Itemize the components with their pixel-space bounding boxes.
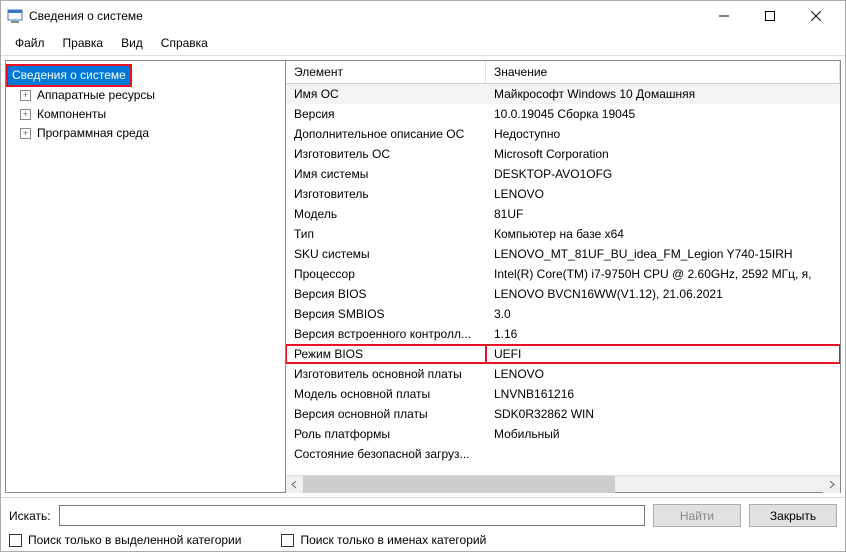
- cell-value: Недоступно: [486, 125, 840, 143]
- cell-element: Изготовитель: [286, 185, 486, 203]
- tree-item[interactable]: + Программная среда: [8, 124, 283, 143]
- cell-element: Версия SMBIOS: [286, 305, 486, 323]
- search-label: Искать:: [9, 509, 51, 523]
- cell-element: Процессор: [286, 265, 486, 283]
- checkbox-icon: [9, 534, 22, 547]
- list-row[interactable]: ИзготовительLENOVO: [286, 184, 840, 204]
- horizontal-scrollbar[interactable]: [286, 475, 840, 492]
- list-row[interactable]: Версия SMBIOS3.0: [286, 304, 840, 324]
- tree-item-label: Компоненты: [35, 106, 108, 123]
- cell-element: Версия основной платы: [286, 405, 486, 423]
- cell-element: Имя ОС: [286, 85, 486, 103]
- tree-item-label: Программная среда: [35, 125, 151, 142]
- cell-value: LENOVO_MT_81UF_BU_idea_FM_Legion Y740-15…: [486, 245, 840, 263]
- list-row[interactable]: Роль платформыМобильный: [286, 424, 840, 444]
- cell-value: LENOVO: [486, 185, 840, 203]
- list-row[interactable]: Изготовитель основной платыLENOVO: [286, 364, 840, 384]
- menu-help[interactable]: Справка: [153, 33, 216, 53]
- tree-item-label: Аппаратные ресурсы: [35, 87, 157, 104]
- checkbox-icon: [281, 534, 294, 547]
- cell-value: 10.0.19045 Сборка 19045: [486, 105, 840, 123]
- cell-element: Модель: [286, 205, 486, 223]
- tree-panel: Сведения о системе + Аппаратные ресурсы + К…: [6, 61, 286, 492]
- cell-value: UEFI: [486, 345, 840, 363]
- cell-element: Версия встроенного контролл...: [286, 325, 486, 343]
- list-row[interactable]: Имя ОСМайкрософт Windows 10 Домашняя: [286, 84, 840, 104]
- checkbox-label: Поиск только в именах категорий: [300, 533, 486, 547]
- minimize-button[interactable]: [701, 1, 747, 31]
- list-row[interactable]: ТипКомпьютер на базе x64: [286, 224, 840, 244]
- column-value[interactable]: Значение: [486, 61, 840, 83]
- cell-value: [486, 445, 840, 463]
- close-button[interactable]: [793, 1, 839, 31]
- expand-icon[interactable]: +: [20, 128, 31, 139]
- column-element[interactable]: Элемент: [286, 61, 486, 83]
- cell-value: LENOVO BVCN16WW(V1.12), 21.06.2021: [486, 285, 840, 303]
- cell-element: Версия: [286, 105, 486, 123]
- cell-element: Режим BIOS: [286, 345, 486, 363]
- list-row[interactable]: Версия встроенного контролл...1.16: [286, 324, 840, 344]
- list-row[interactable]: Дополнительное описание ОСНедоступно: [286, 124, 840, 144]
- cell-element: Тип: [286, 225, 486, 243]
- cell-value: 1.16: [486, 325, 840, 343]
- scroll-left-arrow[interactable]: [286, 476, 303, 493]
- cell-element: Роль платформы: [286, 425, 486, 443]
- cell-value: Microsoft Corporation: [486, 145, 840, 163]
- maximize-button[interactable]: [747, 1, 793, 31]
- list-row[interactable]: SKU системыLENOVO_MT_81UF_BU_idea_FM_Leg…: [286, 244, 840, 264]
- cell-element: Имя системы: [286, 165, 486, 183]
- expand-icon[interactable]: +: [20, 109, 31, 120]
- cell-element: Модель основной платы: [286, 385, 486, 403]
- window-title: Сведения о системе: [29, 9, 701, 23]
- close-button-footer[interactable]: Закрыть: [749, 504, 837, 527]
- cell-value: SDK0R32862 WIN: [486, 405, 840, 423]
- list-row[interactable]: Режим BIOSUEFI: [286, 344, 840, 364]
- cell-value: LNVNB161216: [486, 385, 840, 403]
- scroll-thumb[interactable]: [303, 476, 615, 493]
- cell-value: Мобильный: [486, 425, 840, 443]
- cell-value: DESKTOP-AVO1OFG: [486, 165, 840, 183]
- menu-file[interactable]: Файл: [7, 33, 53, 53]
- checkbox-label: Поиск только в выделенной категории: [28, 533, 241, 547]
- list-row[interactable]: Состояние безопасной загруз...: [286, 444, 840, 464]
- checkbox-selected-category[interactable]: Поиск только в выделенной категории: [9, 533, 241, 547]
- cell-element: Версия BIOS: [286, 285, 486, 303]
- list-row[interactable]: Модель81UF: [286, 204, 840, 224]
- app-icon: [7, 8, 23, 24]
- menu-view[interactable]: Вид: [113, 33, 151, 53]
- tree-item[interactable]: + Компоненты: [8, 105, 283, 124]
- find-button[interactable]: Найти: [653, 504, 741, 527]
- cell-value: Компьютер на базе x64: [486, 225, 840, 243]
- list-row[interactable]: ПроцессорIntel(R) Core(TM) i7-9750H CPU …: [286, 264, 840, 284]
- list-row[interactable]: Версия10.0.19045 Сборка 19045: [286, 104, 840, 124]
- cell-element: SKU системы: [286, 245, 486, 263]
- cell-value: 3.0: [486, 305, 840, 323]
- cell-value: Intel(R) Core(TM) i7-9750H CPU @ 2.60GHz…: [486, 265, 840, 283]
- list-row[interactable]: Имя системыDESKTOP-AVO1OFG: [286, 164, 840, 184]
- cell-element: Изготовитель ОС: [286, 145, 486, 163]
- cell-element: Дополнительное описание ОС: [286, 125, 486, 143]
- scroll-right-arrow[interactable]: [823, 476, 840, 493]
- checkbox-names-only[interactable]: Поиск только в именах категорий: [281, 533, 486, 547]
- list-row[interactable]: Версия BIOSLENOVO BVCN16WW(V1.12), 21.06…: [286, 284, 840, 304]
- list-row[interactable]: Изготовитель ОСMicrosoft Corporation: [286, 144, 840, 164]
- search-input[interactable]: [59, 505, 645, 526]
- tree-root-label: Сведения о системе: [8, 66, 130, 85]
- expand-icon[interactable]: +: [20, 90, 31, 101]
- cell-element: Изготовитель основной платы: [286, 365, 486, 383]
- cell-value: 81UF: [486, 205, 840, 223]
- cell-value: LENOVO: [486, 365, 840, 383]
- cell-value: Майкрософт Windows 10 Домашняя: [486, 85, 840, 103]
- cell-element: Состояние безопасной загруз...: [286, 445, 486, 463]
- list-row[interactable]: Версия основной платыSDK0R32862 WIN: [286, 404, 840, 424]
- tree-root[interactable]: Сведения о системе: [8, 65, 283, 86]
- tree-item[interactable]: + Аппаратные ресурсы: [8, 86, 283, 105]
- list-row[interactable]: Модель основной платыLNVNB161216: [286, 384, 840, 404]
- menu-edit[interactable]: Правка: [55, 33, 112, 53]
